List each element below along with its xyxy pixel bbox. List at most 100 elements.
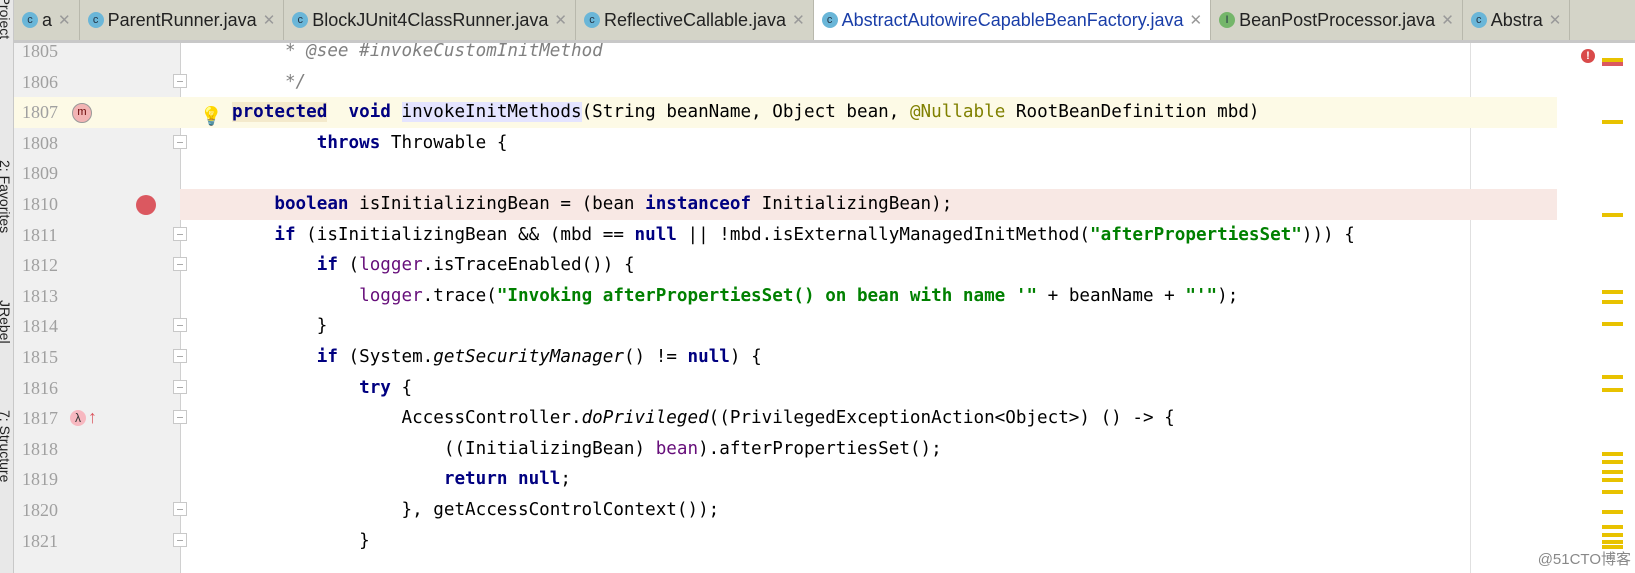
line-number: 1819 <box>22 469 58 490</box>
code-token: "afterPropertiesSet" <box>1090 224 1302 245</box>
stripe-marker[interactable] <box>1602 510 1623 514</box>
close-icon[interactable]: ✕ <box>554 11 567 29</box>
code-token: isInitializingBean = (bean <box>348 194 646 214</box>
code-token: "Invoking afterPropertiesSet() on bean w… <box>496 285 1038 306</box>
line-number: 1811 <box>22 224 58 245</box>
implements-arrow-icon[interactable]: ↑ <box>88 407 97 427</box>
code-text[interactable]: protected void invokeInitMethods(String … <box>180 97 1557 128</box>
code-text[interactable]: if (isInitializingBean && (mbd == null |… <box>180 220 1557 251</box>
stripe-marker[interactable] <box>1602 470 1623 474</box>
close-icon[interactable]: ✕ <box>263 11 276 29</box>
stripe-marker[interactable] <box>1602 322 1623 326</box>
line-number: 1813 <box>22 285 58 306</box>
stripe-marker[interactable] <box>1602 460 1623 464</box>
stripe-marker[interactable] <box>1602 375 1623 379</box>
code-text[interactable]: if (System.getSecurityManager() != null)… <box>180 342 1557 373</box>
code-token: || !mbd.isExternallyManagedInitMethod( <box>676 224 1091 245</box>
tab-2[interactable]: c BlockJUnit4ClassRunner.java ✕ <box>284 0 576 40</box>
line-number: 1806 <box>22 71 58 92</box>
method-icon: m <box>72 103 92 124</box>
class-icon: c <box>1470 12 1487 28</box>
stripe-marker[interactable] <box>1602 62 1623 66</box>
stripe-marker[interactable] <box>1602 452 1623 456</box>
tool-window-1[interactable]: 2: Favorites <box>0 160 13 233</box>
code-text[interactable]: boolean isInitializingBean = (bean insta… <box>180 189 1557 220</box>
stripe-marker[interactable] <box>1602 540 1623 544</box>
code-token: bean <box>655 438 699 459</box>
close-icon[interactable]: ✕ <box>1189 11 1202 29</box>
code-text[interactable]: ((InitializingBean) bean).afterPropertie… <box>180 434 1557 465</box>
code-line: 1813 logger.trace("Invoking afterPropert… <box>14 281 1557 312</box>
line-number: 1816 <box>22 377 58 398</box>
watermark: @51CTO博客 <box>1537 551 1631 568</box>
code-line: 1811 if (isInitializingBean && (mbd == n… <box>14 220 1557 251</box>
line-number: 1818 <box>22 438 58 459</box>
code-text[interactable]: } <box>180 311 1557 342</box>
code-text[interactable]: } <box>180 526 1557 557</box>
line-number: 1807 <box>22 102 58 123</box>
code-text[interactable]: }, getAccessControlContext()); <box>180 495 1557 526</box>
stripe-marker[interactable] <box>1602 525 1623 529</box>
tool-window-2[interactable]: JRebel <box>0 300 13 344</box>
code-token: RootBeanDefinition mbd) <box>1005 102 1260 123</box>
code-text[interactable]: AccessController.doPrivileged((Privilege… <box>180 403 1557 434</box>
code-token: "'" <box>1185 285 1218 306</box>
stripe-marker[interactable] <box>1602 300 1623 304</box>
stripe-marker[interactable] <box>1602 490 1623 494</box>
tool-window-3[interactable]: 7: Structure <box>0 410 13 482</box>
close-icon[interactable]: ✕ <box>1441 11 1454 29</box>
code-text[interactable]: * @see #invokeCustomInitMethod <box>180 43 1557 67</box>
tab-label: AbstractAutowireCapableBeanFactory.java <box>841 9 1184 30</box>
code-token: InitializingBean); <box>751 194 953 214</box>
stripe-marker[interactable] <box>1602 290 1623 294</box>
tab-3[interactable]: c ReflectiveCallable.java ✕ <box>575 0 814 40</box>
tab-0[interactable]: c a ✕ <box>14 0 80 40</box>
tab-4[interactable]: c AbstractAutowireCapableBeanFactory.java… <box>813 0 1212 40</box>
code-text[interactable]: if (logger.isTraceEnabled()) { <box>180 250 1557 281</box>
tab-1[interactable]: c ParentRunner.java ✕ <box>79 0 285 40</box>
code-line: 1815 if (System.getSecurityManager() != … <box>14 342 1557 373</box>
code-token: ))) { <box>1301 224 1355 245</box>
stripe-marker[interactable] <box>1602 120 1623 124</box>
stripe-marker[interactable] <box>1602 533 1623 537</box>
code-text[interactable]: */ <box>180 67 1557 98</box>
error-icon[interactable]: ! <box>1581 49 1595 63</box>
code-text[interactable] <box>180 158 1557 189</box>
code-editor[interactable]: 1805 * @see #invokeCustomInitMethod 1806 … <box>14 43 1635 573</box>
code-text[interactable]: return null; <box>180 464 1557 495</box>
code-text[interactable]: try { <box>180 373 1557 404</box>
code-text[interactable]: logger.trace("Invoking afterPropertiesSe… <box>180 281 1557 312</box>
code-token: ).afterPropertiesSet(); <box>698 438 942 459</box>
code-token: (String beanName, Object bean, <box>581 102 910 123</box>
tool-window-0[interactable]: 1: Project <box>0 0 13 39</box>
code-token: if <box>316 255 338 276</box>
tab-label: BlockJUnit4ClassRunner.java <box>312 9 549 30</box>
code-line: 1814 } <box>14 311 1557 342</box>
tab-5[interactable]: I BeanPostProcessor.java ✕ <box>1211 0 1463 40</box>
close-icon[interactable]: ✕ <box>58 11 71 29</box>
line-number: 1817 <box>22 408 58 429</box>
stripe-marker[interactable] <box>1602 213 1623 217</box>
code-line: 1809 <box>14 158 1557 189</box>
code-line: 1816 try { <box>14 373 1557 404</box>
stripe-marker[interactable] <box>1602 478 1623 482</box>
error-stripe[interactable]: ! <box>1557 43 1635 573</box>
code-token: void <box>348 102 391 123</box>
code-token: ) { <box>729 347 762 367</box>
close-icon[interactable]: ✕ <box>1549 11 1562 29</box>
close-icon[interactable]: ✕ <box>792 11 805 29</box>
class-icon: c <box>821 12 838 28</box>
code-token: try <box>359 377 391 398</box>
breakpoint-icon[interactable] <box>136 195 156 215</box>
code-token: Throwable { <box>380 132 508 153</box>
code-text[interactable]: throws Throwable { <box>180 128 1557 159</box>
code-token: InitializingBean) <box>465 438 656 459</box>
tab-6[interactable]: c Abstra ✕ <box>1462 0 1571 40</box>
stripe-marker[interactable] <box>1602 388 1623 392</box>
